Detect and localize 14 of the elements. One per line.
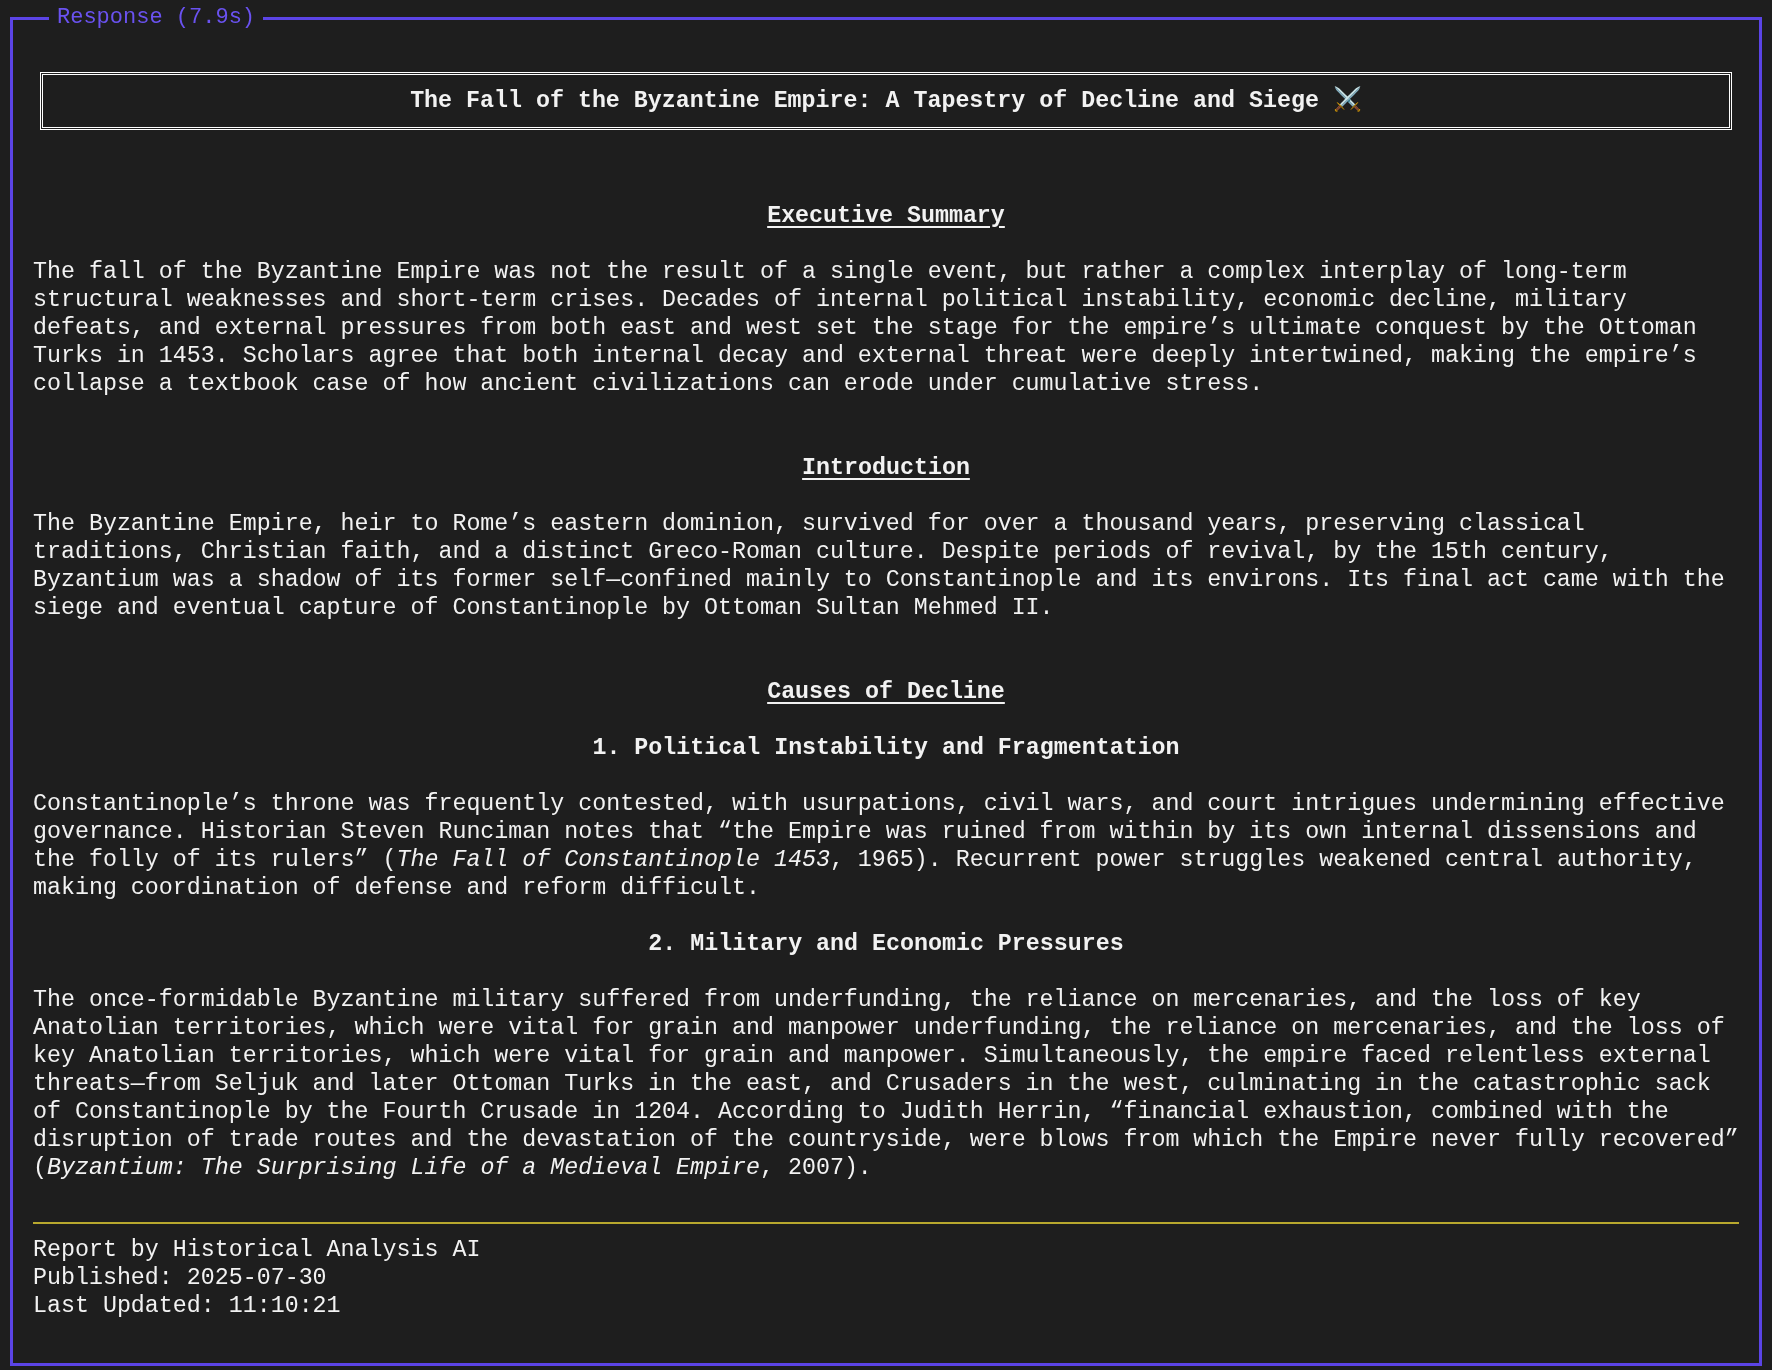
subsection-heading: 2. Military and Economic Pressures bbox=[648, 930, 1124, 958]
paragraph: The fall of the Byzantine Empire was not the result of a single event, but rather a complex interplay of long-term structural weaknesses and short-term crises. Decades of internal political instability, economic decline, military defeats, and external pressures from both east and west set the stage for the empire’s ultimate conquest by the Ottoman Turks in 1453. Scholars agree that both internal decay and external threat were deeply intertwined, making the empire’s collapse a textbook case of how ancient civilizations can erode under cumulative stress. bbox=[33, 258, 1698, 398]
paragraph: Constantinople’s throne was frequently contested, with usurpations, civil wars, and court intrigues undermining effective governance. Historian Steven Runciman notes that “the Empire was ruined from within by its own internal dissensions and the folly of its rulers” (The Fall of Constantinople 1453, 1965). Recurrent power struggles weakened central authority, making coordination of defense and reform difficult. bbox=[33, 790, 1726, 902]
subsection-heading: 1. Political Instability and Fragmentation bbox=[592, 734, 1180, 762]
paragraph: The Byzantine Empire, heir to Rome’s eastern dominion, survived for over a thousand years, preserving classical traditions, Christian faith, and a distinct Greco-Roman culture. Despite periods of revival, by the 15th century, Byzantium was a shadow of its former self—confined mainly to Constantinople and its environs. Its final act came with the siege and eventual capture of Constantinople by Ottoman Sultan Mehmed II. bbox=[33, 510, 1726, 622]
footer-line: Published: 2025-07-30 bbox=[33, 1264, 328, 1292]
panel-title: Response (7.9s) bbox=[56, 4, 257, 32]
footer-line: Last Updated: 11:10:21 bbox=[33, 1292, 342, 1320]
section-heading: Introduction bbox=[802, 454, 970, 482]
section-heading: Causes of Decline bbox=[767, 678, 1005, 706]
section-heading: Executive Summary bbox=[767, 202, 1005, 230]
footer-line: Report by Historical Analysis AI bbox=[33, 1236, 482, 1264]
report-title: The Fall of the Byzantine Empire: A Tapestry of Decline and Siege ⚔ bbox=[410, 87, 1362, 115]
paragraph: The once-formidable Byzantine military suffered from underfunding, the reliance on mercenaries, and the loss of key Anatolian territories, which were vital for grain and manpower underfunding, the reliance on mercenaries, and the loss of key Anatolian territories, which were vital for grain and manpower. Simultaneously, the empire faced relentless external threats—from Seljuk and later Ottoman Turks in the east, and Crusaders in the west, culminating in the catastrophic sack of Constantinople by the Fourth Crusade in 1204. According to Judith Herrin, “financial exhaustion, combined with the disruption of trade routes and the devastation of the countryside, were blows from which the Empire never fully recovered” (Byzantium: The Surprising Life of a Medieval Empire, 2007). bbox=[33, 986, 1739, 1182]
